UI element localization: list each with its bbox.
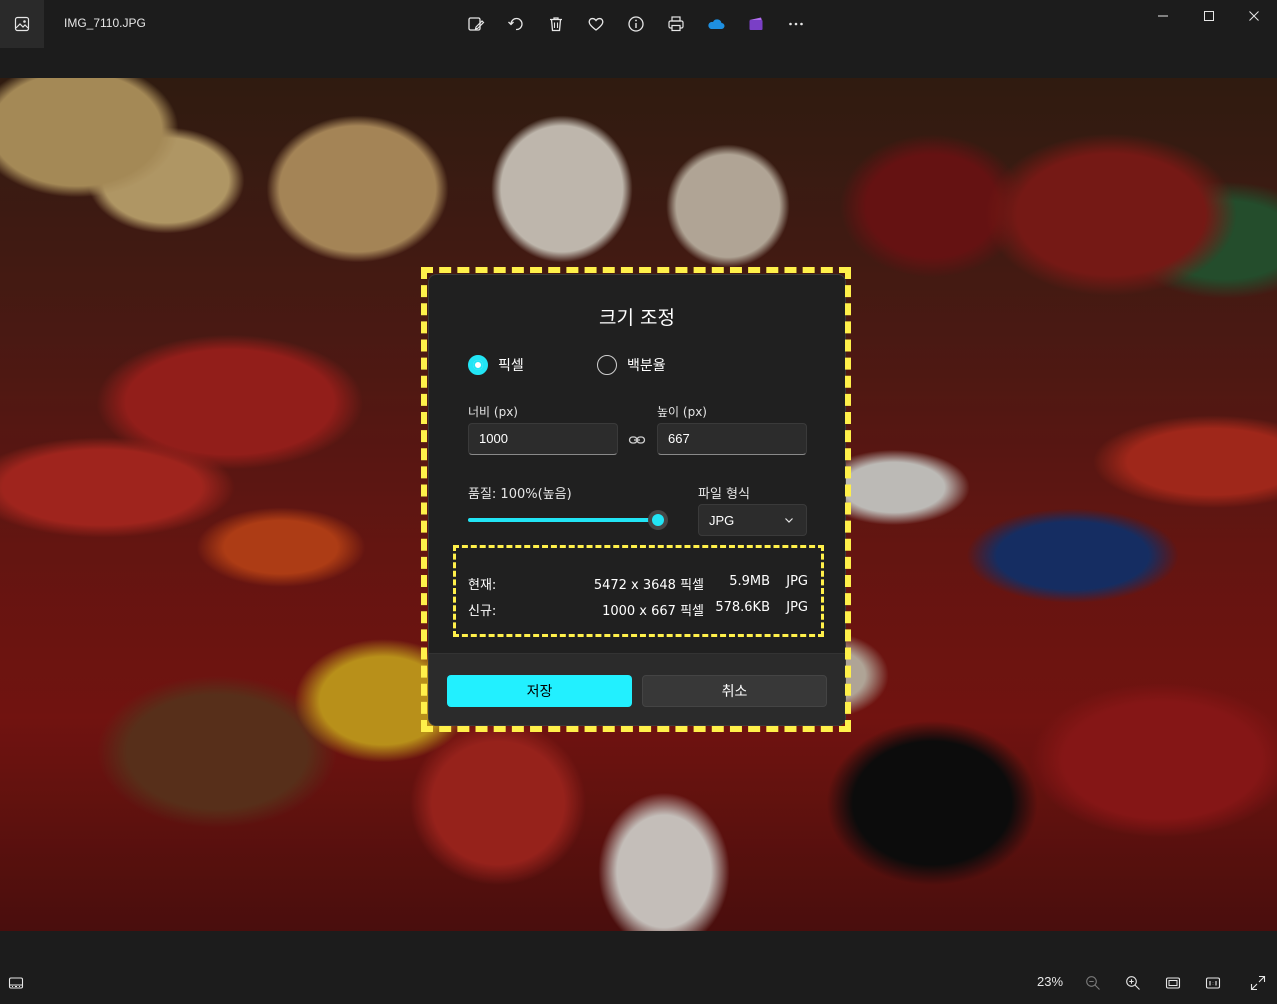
dialog-title: 크기 조정	[599, 307, 675, 329]
delete-icon	[550, 17, 562, 32]
rotate-button[interactable]	[504, 12, 528, 36]
actual-size-icon	[1205, 977, 1221, 989]
cancel-button[interactable]: 취소	[642, 675, 827, 707]
new-label: 신규:	[468, 604, 497, 619]
zoom-in-icon	[1126, 976, 1140, 990]
zoom-in-button[interactable]	[1122, 972, 1144, 994]
info-icon	[628, 16, 644, 32]
onedrive-icon	[708, 19, 725, 29]
zoom-level: 23%	[1037, 974, 1064, 989]
print-button[interactable]	[664, 12, 688, 36]
rotate-icon	[508, 17, 523, 31]
bottom-bar: 23%	[0, 962, 1277, 1004]
zoom-out-icon	[1086, 976, 1100, 990]
photos-app-icon	[14, 16, 30, 32]
actual-size-button[interactable]	[1202, 972, 1224, 994]
fit-window-icon	[1165, 977, 1181, 989]
edit-image-button[interactable]	[464, 12, 488, 36]
filmstrip-icon	[8, 977, 24, 989]
full-screen-button[interactable]	[1247, 972, 1269, 994]
new-format: JPG	[786, 600, 808, 615]
current-format: JPG	[786, 574, 808, 589]
heart-icon	[588, 17, 604, 31]
app-icon	[0, 0, 44, 48]
radio-pixel-label: 픽셀	[498, 358, 524, 374]
clipchamp-icon	[749, 17, 763, 30]
new-file-size: 578.6KB	[715, 600, 770, 615]
current-dimensions: 5472 x 3648 픽셀	[593, 578, 704, 593]
file-name-title: IMG_7110.JPG	[64, 16, 146, 30]
width-label: 너비 (px)	[468, 405, 518, 419]
delete-button[interactable]	[544, 12, 568, 36]
close-icon	[1249, 11, 1259, 21]
edit-image-icon	[468, 17, 485, 31]
title-bar: IMG_7110.JPG	[0, 0, 1277, 48]
toolbar	[464, 12, 808, 36]
current-label: 현재:	[468, 578, 497, 593]
quality-slider-track[interactable]	[468, 518, 658, 522]
aspect-ratio-lock-icon[interactable]	[628, 431, 646, 449]
quality-label: 품질: 100%(높음)	[468, 487, 572, 502]
radio-selected-indicator	[468, 355, 488, 375]
filmstrip-button[interactable]	[5, 972, 27, 994]
radio-pixel[interactable]: 픽셀	[468, 355, 524, 375]
file-format-label: 파일 형식	[698, 487, 750, 502]
quality-slider-thumb[interactable]	[648, 510, 668, 530]
radio-unselected-indicator	[597, 355, 617, 375]
height-label: 높이 (px)	[657, 405, 707, 419]
expand-icon	[1250, 975, 1266, 991]
current-info-row: 현재: 5472 x 3648 픽셀 5.9MB JPG	[468, 574, 808, 593]
minimize-icon	[1158, 15, 1168, 17]
current-file-size: 5.9MB	[729, 574, 770, 589]
save-button[interactable]: 저장	[447, 675, 632, 707]
slider-thumb-center	[652, 514, 664, 526]
file-format-dropdown[interactable]: JPG	[698, 504, 807, 536]
file-format-value: JPG	[709, 513, 735, 528]
height-input[interactable]: 667	[657, 423, 807, 455]
new-info-row: 신규: 1000 x 667 픽셀 578.6KB JPG	[468, 600, 808, 619]
more-options-button[interactable]	[784, 12, 808, 36]
resize-dialog: 크기 조정 픽셀 백분율 너비 (px) 1000 높이 (px) 667 품질…	[428, 274, 846, 726]
close-window-button[interactable]	[1231, 0, 1277, 32]
more-icon	[789, 22, 803, 26]
minimize-button[interactable]	[1140, 0, 1186, 32]
width-input[interactable]: 1000	[468, 423, 618, 455]
dialog-footer: 저장 취소	[429, 653, 845, 725]
info-button[interactable]	[624, 12, 648, 36]
radio-percent-label: 백분율	[627, 358, 666, 374]
zoom-out-button[interactable]	[1082, 972, 1104, 994]
onedrive-button[interactable]	[704, 12, 728, 36]
radio-percent[interactable]: 백분율	[597, 355, 666, 375]
print-icon	[668, 16, 684, 32]
new-dimensions: 1000 x 667 픽셀	[602, 604, 704, 619]
favorite-button[interactable]	[584, 12, 608, 36]
fit-to-window-button[interactable]	[1162, 972, 1184, 994]
maximize-button[interactable]	[1186, 0, 1232, 32]
chevron-down-icon	[785, 518, 793, 523]
clipchamp-button[interactable]	[744, 12, 768, 36]
maximize-icon	[1204, 11, 1214, 21]
